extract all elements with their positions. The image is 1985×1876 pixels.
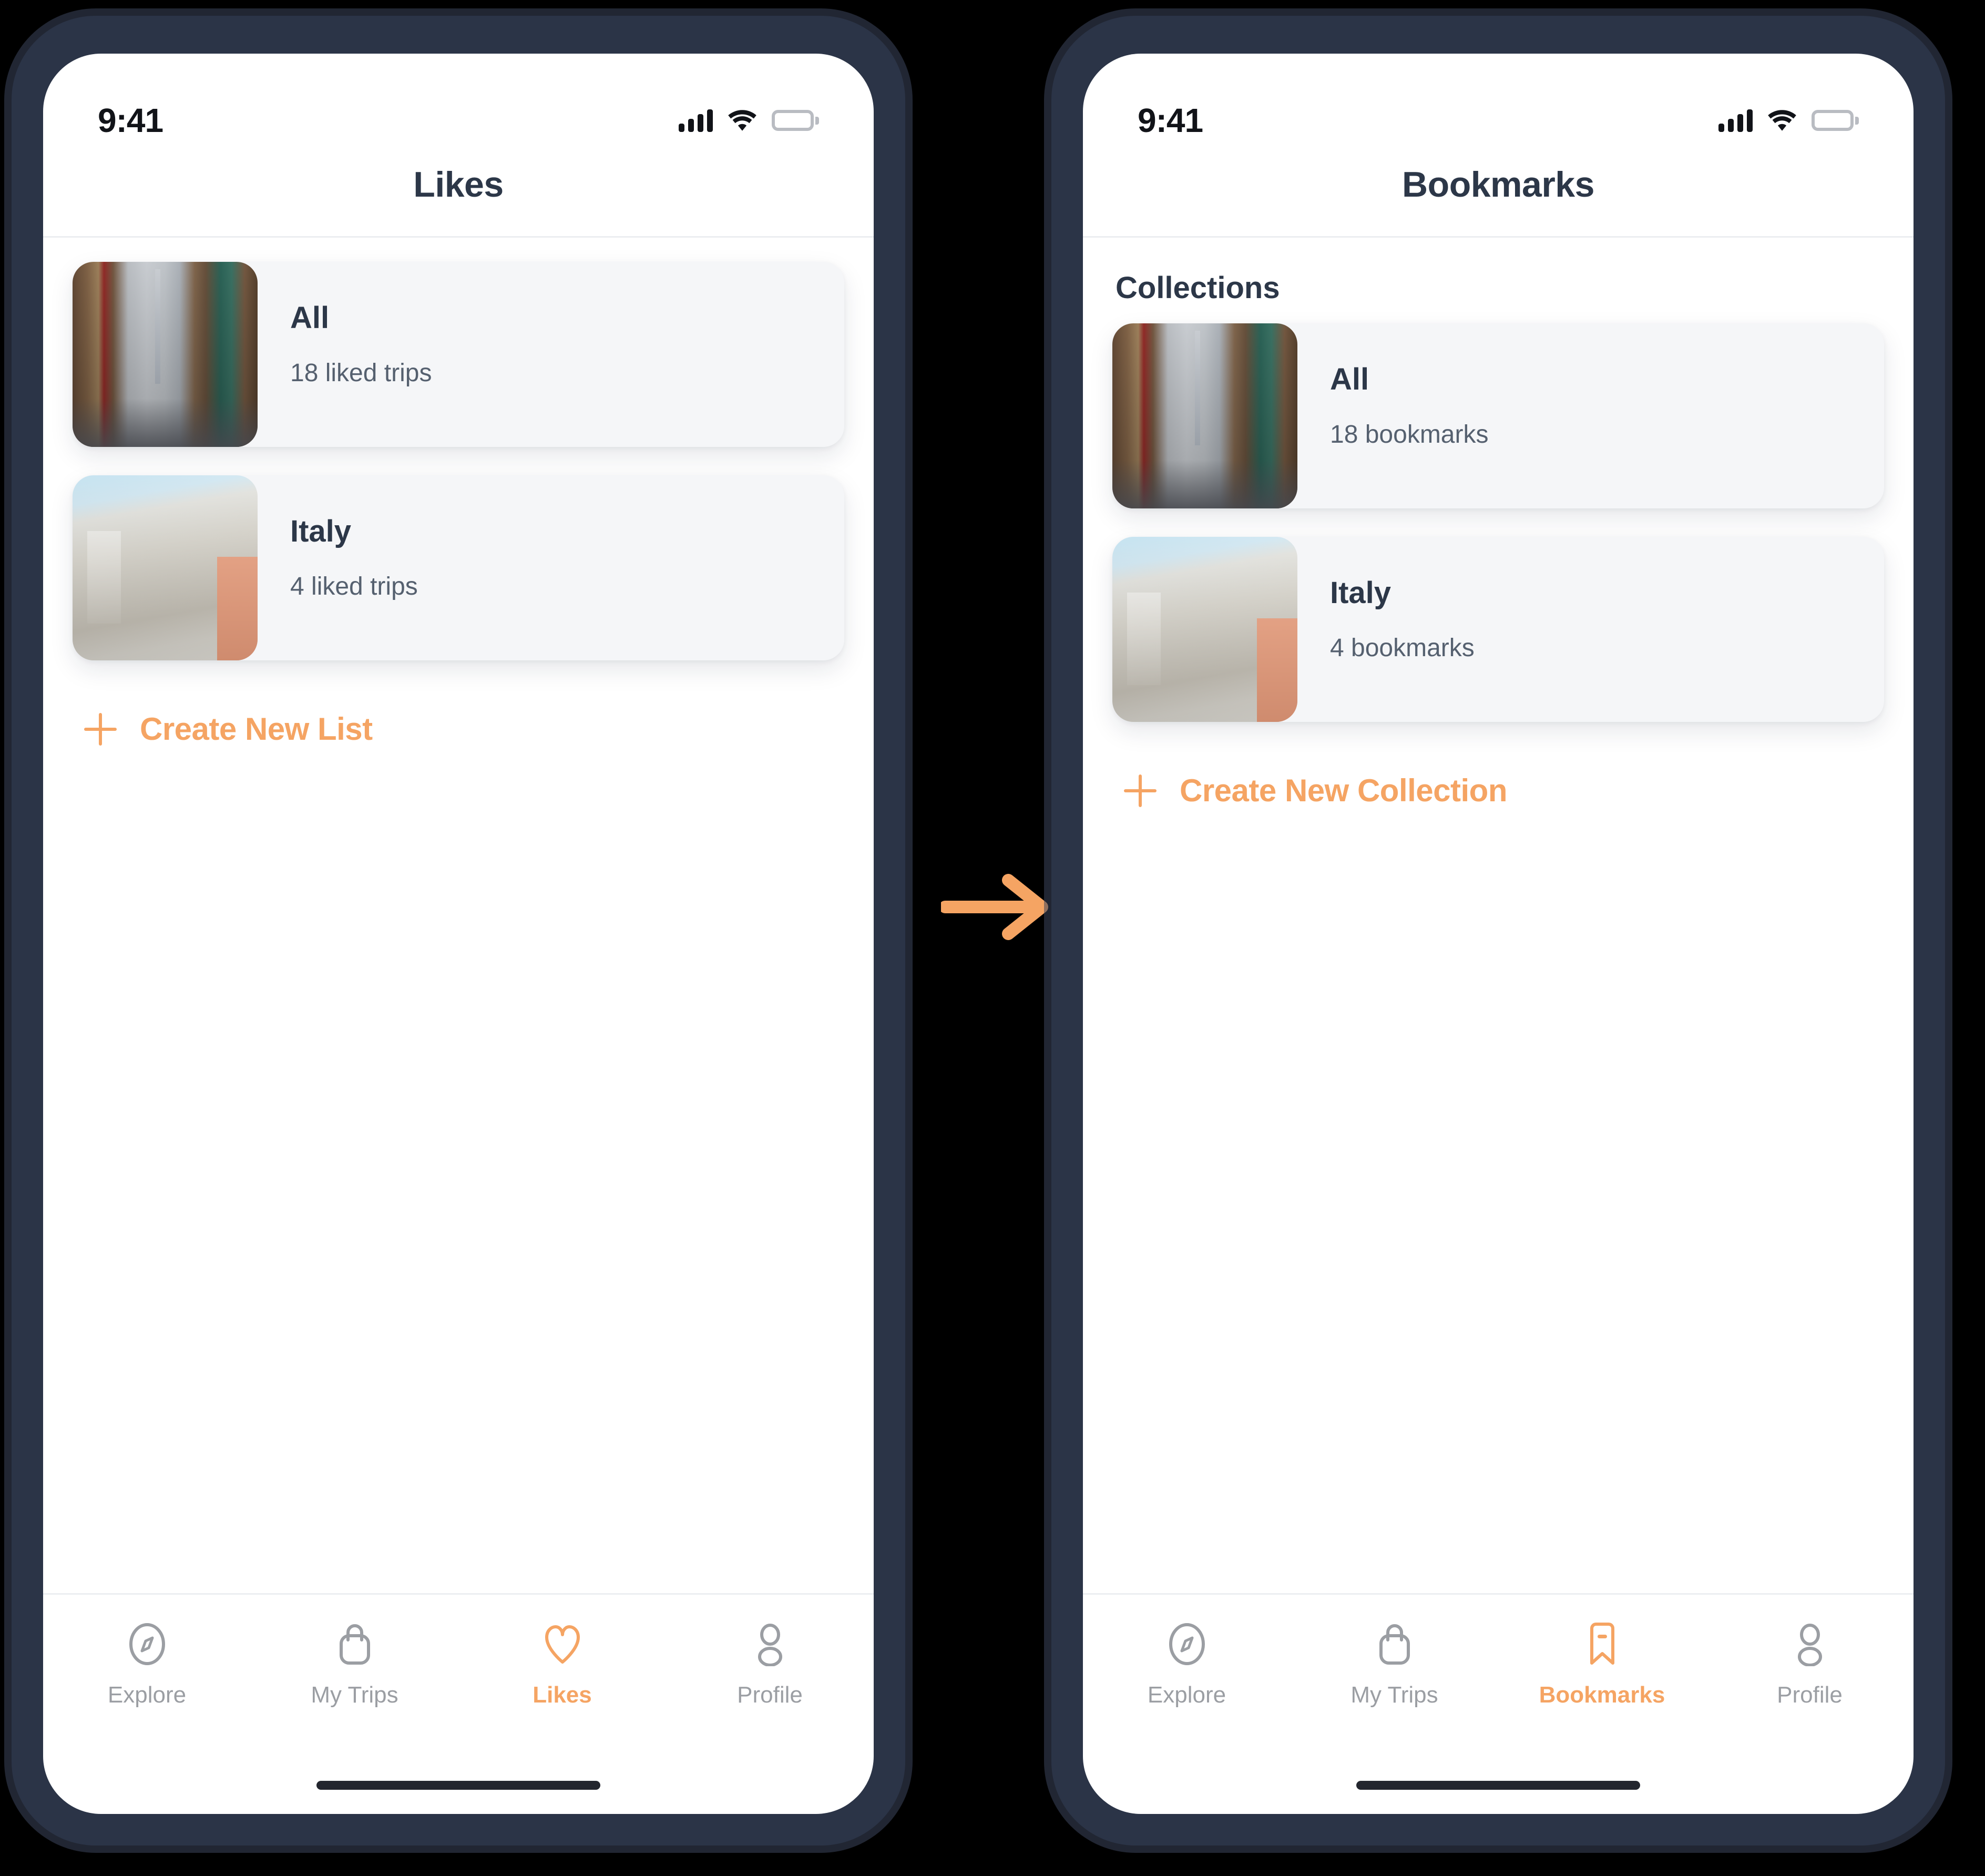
arrow-right-icon <box>939 873 1051 941</box>
tab-profile[interactable]: Profile <box>666 1622 874 1708</box>
list-item-title: All <box>290 301 330 335</box>
cellular-signal-icon <box>679 109 713 132</box>
create-new-list-button[interactable]: Create New List <box>73 689 844 747</box>
comparison-canvas: 9:41 Likes All 18 liked trips Italy 4 li… <box>0 0 1985 1876</box>
tab-profile-label: Profile <box>737 1682 803 1708</box>
bag-icon <box>336 1622 373 1666</box>
bookmark-icon <box>1585 1622 1619 1666</box>
tab-likes-label: Likes <box>533 1682 592 1708</box>
list-item-body: All 18 bookmarks <box>1297 323 1884 508</box>
tab-explore-label: Explore <box>107 1682 187 1708</box>
tab-my-trips-label: My Trips <box>311 1682 398 1708</box>
bag-icon <box>1376 1622 1413 1666</box>
content-bookmarks: Collections All 18 bookmarks Italy 4 boo… <box>1083 238 1914 1593</box>
phone-mockup-likes: 9:41 Likes All 18 liked trips Italy 4 li… <box>0 0 923 1863</box>
person-icon <box>752 1622 789 1666</box>
plus-icon <box>84 712 117 746</box>
tab-bookmarks[interactable]: Bookmarks <box>1498 1622 1706 1708</box>
tab-my-trips[interactable]: My Trips <box>251 1622 458 1708</box>
tab-bar: Explore My Trips Likes Profile <box>43 1593 874 1756</box>
list-item-title: Italy <box>290 514 352 548</box>
battery-full-icon <box>772 110 819 131</box>
tab-bar: Explore My Trips Bookmarks Profile <box>1083 1593 1914 1756</box>
phone-mockup-bookmarks: 9:41 Bookmarks Collections All 18 bookma… <box>1034 0 1963 1863</box>
nav-bar: Likes <box>43 159 874 238</box>
battery-full-icon <box>1812 110 1859 131</box>
status-bar: 9:41 <box>43 54 874 159</box>
create-new-collection-button[interactable]: Create New Collection <box>1112 750 1884 809</box>
list-item[interactable]: Italy 4 liked trips <box>73 475 844 660</box>
list-item-title: All <box>1330 362 1369 396</box>
status-time: 9:41 <box>98 101 163 139</box>
list-item[interactable]: Italy 4 bookmarks <box>1112 537 1884 722</box>
tokyo-street-photo <box>73 262 258 447</box>
status-icons <box>1718 109 1859 132</box>
wifi-icon <box>1767 109 1797 131</box>
screen-likes: 9:41 Likes All 18 liked trips Italy 4 li… <box>43 54 874 1814</box>
list-item-body: Italy 4 bookmarks <box>1297 537 1884 722</box>
status-icons <box>679 109 819 132</box>
heart-icon <box>543 1622 582 1666</box>
list-item-body: Italy 4 liked trips <box>258 475 844 660</box>
tab-profile[interactable]: Profile <box>1706 1622 1914 1708</box>
tab-explore[interactable]: Explore <box>1083 1622 1291 1708</box>
trevi-fountain-photo <box>73 475 258 660</box>
list-item[interactable]: All 18 liked trips <box>73 262 844 447</box>
tokyo-street-photo <box>1112 323 1297 508</box>
list-item-subtitle: 4 bookmarks <box>1330 634 1475 662</box>
compass-icon <box>1168 1622 1206 1666</box>
tab-profile-label: Profile <box>1777 1682 1843 1708</box>
section-heading-collections: Collections <box>1116 271 1280 305</box>
tab-my-trips-label: My Trips <box>1350 1682 1438 1708</box>
tab-my-trips[interactable]: My Trips <box>1291 1622 1498 1708</box>
status-bar: 9:41 <box>1083 54 1914 159</box>
tab-bookmarks-label: Bookmarks <box>1539 1682 1665 1708</box>
list-item-subtitle: 18 liked trips <box>290 359 432 387</box>
home-indicator[interactable] <box>1083 1756 1914 1814</box>
list-item-subtitle: 18 bookmarks <box>1330 421 1489 448</box>
create-new-list-label: Create New List <box>140 711 373 747</box>
person-icon <box>1792 1622 1828 1666</box>
tab-explore-label: Explore <box>1147 1682 1226 1708</box>
plus-icon <box>1124 774 1157 807</box>
tab-likes[interactable]: Likes <box>458 1622 666 1708</box>
trevi-fountain-photo <box>1112 537 1297 722</box>
nav-bar: Bookmarks <box>1083 159 1914 238</box>
list-item-subtitle: 4 liked trips <box>290 573 418 600</box>
content-likes: All 18 liked trips Italy 4 liked trips C… <box>43 238 874 1593</box>
cellular-signal-icon <box>1718 109 1753 132</box>
compass-icon <box>128 1622 167 1666</box>
wifi-icon <box>728 109 757 131</box>
create-new-collection-label: Create New Collection <box>1180 773 1508 808</box>
home-indicator[interactable] <box>43 1756 874 1814</box>
tab-explore[interactable]: Explore <box>43 1622 251 1708</box>
page-title: Likes <box>413 165 504 205</box>
page-title: Bookmarks <box>1402 165 1594 205</box>
list-item-body: All 18 liked trips <box>258 262 844 447</box>
screen-bookmarks: 9:41 Bookmarks Collections All 18 bookma… <box>1083 54 1914 1814</box>
status-time: 9:41 <box>1138 101 1203 139</box>
list-item[interactable]: All 18 bookmarks <box>1112 323 1884 508</box>
list-item-title: Italy <box>1330 576 1391 610</box>
